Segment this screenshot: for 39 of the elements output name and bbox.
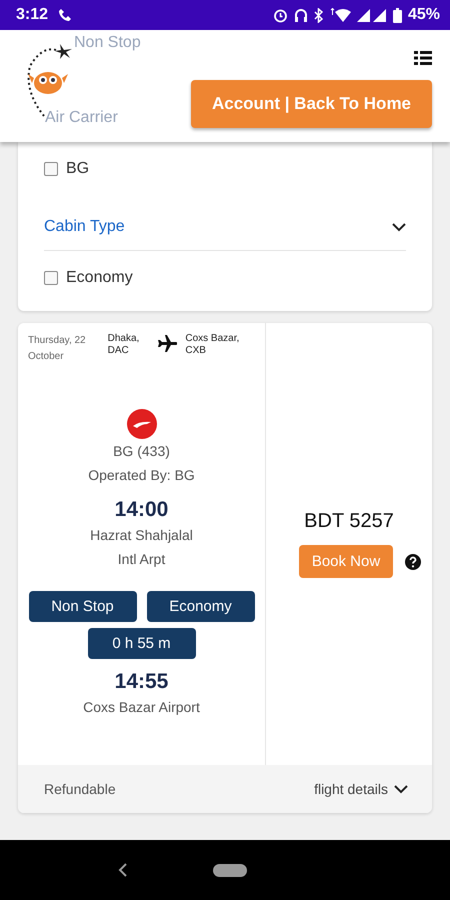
scrolled-label: Non Stop <box>74 34 141 52</box>
flight-tag: Economy <box>146 591 254 622</box>
status-time: 3:12 <box>16 6 48 24</box>
flight-tag: Non Stop <box>28 591 136 622</box>
arrival-airport: Coxs Bazar Airport <box>82 698 200 717</box>
list-menu-icon[interactable] <box>414 50 432 66</box>
phone-icon <box>58 8 72 22</box>
duration-tag: 0 h 55 m <box>88 628 196 659</box>
checkbox-label: Economy <box>66 269 133 287</box>
chevron-down-icon <box>392 222 406 232</box>
destination-city: Coxs Bazar, CXB <box>185 333 240 357</box>
chevron-down-icon <box>394 784 408 794</box>
departure-time: 14:00 <box>114 497 168 523</box>
arrival-time: 14:55 <box>114 669 168 695</box>
alarm-icon <box>272 8 288 22</box>
origin-city: Dhaka, DAC <box>108 333 140 357</box>
battery-level: 45% <box>408 6 440 24</box>
checkbox[interactable] <box>44 162 58 176</box>
refund-status: Refundable <box>44 781 116 797</box>
departure-airport: Hazrat Shahjalal Intl Arpt <box>89 526 194 569</box>
airplane-icon <box>157 335 178 353</box>
flight-details-link[interactable]: flight details <box>314 781 408 797</box>
back-icon[interactable] <box>118 863 128 877</box>
headphones-icon <box>294 8 308 22</box>
airline-logo-icon <box>126 409 156 439</box>
scrolled-label: Air Carrier <box>45 109 118 127</box>
wifi-icon <box>328 8 351 22</box>
help-icon[interactable] <box>405 554 422 570</box>
operator-text: Operated By: BG <box>88 466 195 485</box>
battery-icon <box>392 8 402 22</box>
flight-number: BG (433) <box>113 442 170 461</box>
fare-price: BDT 5257 <box>304 510 394 533</box>
section-title[interactable]: Cabin Type <box>44 218 125 236</box>
checkbox-label: BG <box>66 160 90 178</box>
flight-date: Thursday, 22 October <box>28 334 87 364</box>
checkbox[interactable] <box>44 271 58 285</box>
home-button[interactable] <box>212 864 246 876</box>
bluetooth-icon <box>314 8 323 22</box>
signal-icon <box>356 8 387 22</box>
